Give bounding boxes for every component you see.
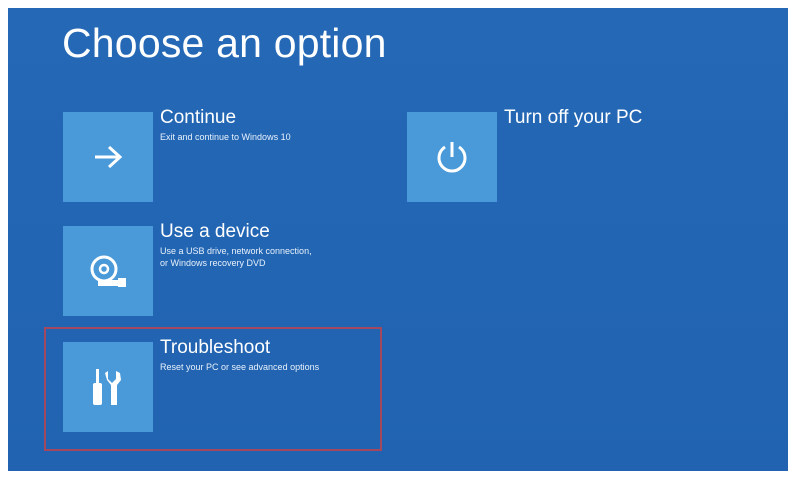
use-a-device-tile[interactable] (63, 226, 153, 316)
use-a-device-label: Use a device (160, 221, 270, 242)
troubleshoot-label: Troubleshoot (160, 337, 271, 358)
tools-icon (90, 367, 126, 407)
troubleshoot-tile[interactable] (63, 342, 153, 432)
recovery-screen: Choose an option Continue Exit and conti… (8, 8, 788, 471)
turn-off-tile[interactable] (407, 112, 497, 202)
continue-label: Continue (160, 107, 237, 128)
power-icon (434, 139, 470, 175)
turn-off-label: Turn off your PC (504, 107, 643, 128)
use-a-device-option[interactable]: Use a device Use a USB drive, network co… (63, 221, 373, 316)
continue-description: Exit and continue to Windows 10 (160, 132, 291, 142)
troubleshoot-option[interactable]: Troubleshoot Reset your PC or see advanc… (63, 337, 373, 432)
continue-option[interactable]: Continue Exit and continue to Windows 10 (63, 107, 353, 202)
use-a-device-description: Use a USB drive, network connection, or … (160, 246, 312, 268)
troubleshoot-description: Reset your PC or see advanced options (160, 362, 320, 372)
continue-tile[interactable] (63, 112, 153, 202)
arrow-right-icon (93, 145, 123, 169)
page-title: Choose an option (62, 20, 387, 66)
turn-off-option[interactable]: Turn off your PC (407, 107, 667, 202)
disc-drive-icon (88, 254, 128, 288)
